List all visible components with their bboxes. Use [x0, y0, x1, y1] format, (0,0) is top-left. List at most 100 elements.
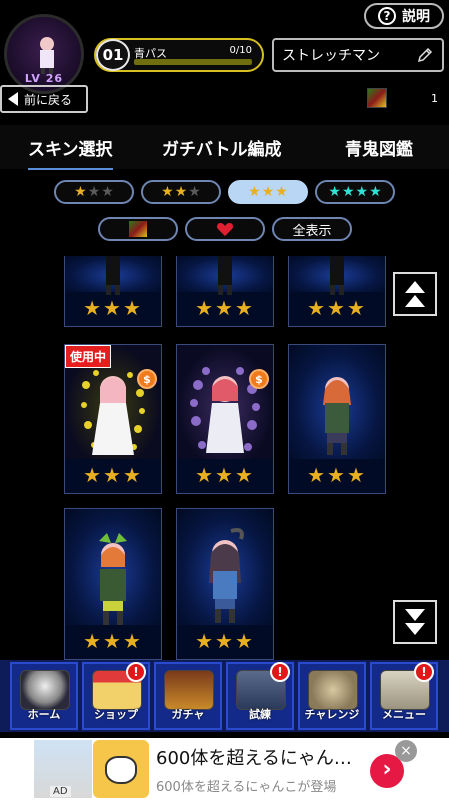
- double-down-arrow-icon: [405, 609, 425, 621]
- coins-icon: [308, 670, 358, 710]
- tab-bar: スキン選択 ガチバトル編成 青鬼図鑑: [0, 125, 449, 170]
- rarity-stars: ★★★: [307, 463, 367, 487]
- cat-icon: [105, 756, 137, 784]
- ad-banner[interactable]: AD 600体を超えるにゃん… 600体を超えるにゃんこが登場 › ×: [0, 738, 449, 800]
- heart-icon: [216, 223, 234, 236]
- skin-card[interactable]: ★★★: [288, 256, 386, 327]
- ad-label: AD: [50, 786, 71, 797]
- rarity-stars: ★★★: [307, 296, 367, 320]
- star-icon: ★: [261, 184, 275, 200]
- nav-shop[interactable]: ! ショップ: [82, 662, 150, 730]
- help-button[interactable]: ? 説明: [364, 3, 444, 29]
- skin-card-in-use[interactable]: 使用中 $ ★★★: [64, 344, 162, 494]
- scroll-bottom-button[interactable]: [393, 600, 437, 644]
- nav-trial[interactable]: ! 試練: [226, 662, 294, 730]
- character-sprite: [218, 256, 232, 295]
- back-label: 前に戻る: [24, 92, 73, 107]
- back-button[interactable]: 前に戻る: [0, 85, 88, 113]
- pass-progress[interactable]: 01 青パス 0/10: [94, 38, 264, 72]
- star-icon: ★: [74, 184, 87, 200]
- ticket-icon[interactable]: [367, 88, 387, 108]
- pass-progress-bar: [134, 59, 252, 65]
- in-use-badge: 使用中: [65, 345, 112, 368]
- star-icon: ★: [248, 184, 261, 200]
- star-icon: ★: [328, 184, 341, 200]
- filter-2-star[interactable]: ★ ★ ★: [141, 180, 221, 204]
- nav-shop-label: ショップ: [94, 708, 138, 721]
- nav-menu[interactable]: ! メニュー: [370, 662, 438, 730]
- pass-progress-text: 0/10: [229, 45, 252, 56]
- skin-card[interactable]: $ ★★★: [176, 344, 274, 494]
- character-sprite: [106, 256, 120, 295]
- ad-title[interactable]: 600体を超えるにゃん…: [156, 744, 352, 770]
- rarity-stars: ★★★: [83, 629, 143, 653]
- character-sprite: [99, 533, 127, 625]
- treasure-chest-icon: [164, 670, 214, 710]
- skin-card[interactable]: ★★★: [176, 256, 274, 327]
- filter-3-star[interactable]: ★ ★ ★: [228, 180, 308, 204]
- star-icon: ★: [101, 184, 114, 200]
- nav-menu-label: メニュー: [382, 708, 426, 721]
- filter-special[interactable]: [98, 217, 178, 241]
- star-icon: ★: [369, 184, 382, 200]
- star-icon: ★: [174, 184, 188, 200]
- home-icon: [20, 670, 70, 710]
- player-avatar[interactable]: LV 26: [4, 14, 84, 94]
- bottom-nav: ホーム ! ショップ ガチャ ! 試練 チャレンジ ! メニュー: [0, 660, 449, 732]
- nav-gacha-label: ガチャ: [171, 708, 205, 721]
- star-icon: ★: [275, 184, 288, 200]
- double-up-arrow-icon: [405, 281, 425, 293]
- question-icon: ?: [378, 7, 396, 25]
- star-icon: ★: [341, 184, 355, 200]
- star-icon: ★: [87, 184, 101, 200]
- chevron-right-icon: ›: [382, 757, 392, 782]
- player-name-field[interactable]: ストレッチマン: [272, 38, 444, 72]
- pencil-icon[interactable]: [416, 46, 434, 64]
- rarity-stars: ★★★: [83, 463, 143, 487]
- ticket-count: 1: [431, 92, 438, 105]
- nav-gacha[interactable]: ガチャ: [154, 662, 222, 730]
- tab-gachi-battle[interactable]: ガチバトル編成: [162, 135, 282, 160]
- skin-card[interactable]: ★★★: [64, 256, 162, 327]
- rarity-stars: ★★★: [83, 296, 143, 320]
- menu-alert-badge: !: [414, 662, 434, 682]
- filter-show-all-label: 全表示: [292, 223, 332, 239]
- tab-aooni-encyclopedia[interactable]: 青鬼図鑑: [345, 135, 413, 160]
- nav-trial-label: 試練: [249, 708, 271, 721]
- skin-card[interactable]: ★★★: [64, 508, 162, 660]
- filter-1-star[interactable]: ★ ★ ★: [54, 180, 134, 204]
- skin-card[interactable]: ★★★: [176, 508, 274, 660]
- skin-grid: ★★★ ★★★ ★★★ 使用中 $ ★★★ $ ★★★ ★★★ ★★★ ★★★: [0, 256, 449, 660]
- filter-favorite[interactable]: [185, 217, 265, 241]
- ad-close-button[interactable]: ×: [395, 740, 417, 762]
- special-skin-icon: [129, 221, 147, 237]
- skin-card[interactable]: ★★★: [288, 344, 386, 494]
- shop-alert-badge: !: [126, 662, 146, 682]
- filter-4-star[interactable]: ★ ★ ★ ★: [315, 180, 395, 204]
- nav-home[interactable]: ホーム: [10, 662, 78, 730]
- star-icon: ★: [188, 184, 201, 200]
- header: LV 26 ? 説明 01 青パス 0/10 ストレッチマン 前に戻る 1: [0, 0, 449, 125]
- character-sprite: [330, 256, 344, 295]
- trial-alert-badge: !: [270, 662, 290, 682]
- rarity-stars: ★★★: [195, 629, 255, 653]
- rarity-stars: ★★★: [195, 463, 255, 487]
- rarity-stars: ★★★: [195, 296, 255, 320]
- help-label: 説明: [402, 9, 430, 25]
- nav-challenge[interactable]: チャレンジ: [298, 662, 366, 730]
- character-sprite: [323, 377, 351, 455]
- player-name: ストレッチマン: [282, 48, 380, 64]
- ad-app-icon[interactable]: [93, 740, 149, 798]
- scroll-top-button[interactable]: [393, 272, 437, 316]
- nav-home-label: ホーム: [27, 708, 61, 721]
- player-level: LV 26: [24, 72, 64, 85]
- ad-subtitle: 600体を超えるにゃんこが登場: [156, 780, 337, 795]
- tab-skin-select[interactable]: スキン選択: [28, 135, 113, 170]
- filter-show-all[interactable]: 全表示: [272, 217, 352, 241]
- pass-number: 01: [96, 39, 130, 71]
- nav-challenge-label: チャレンジ: [304, 708, 360, 721]
- coin-icon: $: [249, 369, 269, 389]
- avatar-character-icon: [40, 37, 54, 74]
- coin-icon: $: [137, 369, 157, 389]
- back-arrow-icon: [8, 92, 18, 106]
